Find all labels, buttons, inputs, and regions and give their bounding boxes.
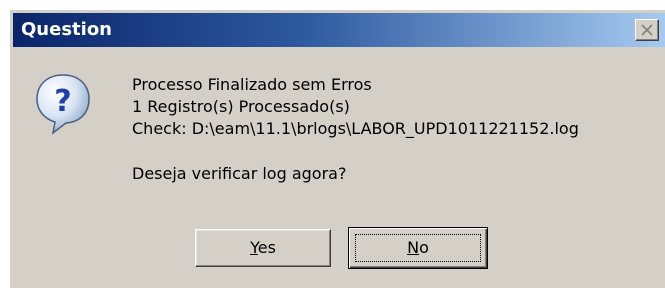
message-text: Processo Finalizado sem Erros 1 Registro… xyxy=(132,74,579,185)
question-dialog: Question ? Processo Finalizado sem Erros… xyxy=(10,10,665,288)
message-line-count: 1 Registro(s) Processado(s) xyxy=(132,97,350,116)
no-button-label: No xyxy=(407,238,429,257)
dialog-title: Question xyxy=(21,19,112,40)
title-bar[interactable]: Question xyxy=(13,13,665,47)
yes-button-label: Yes xyxy=(250,238,276,257)
close-button[interactable] xyxy=(635,19,659,41)
message-line-status: Processo Finalizado sem Erros xyxy=(132,75,372,94)
yes-button[interactable]: Yes xyxy=(195,229,331,267)
message-question: Deseja verificar log agora? xyxy=(132,164,347,183)
svg-text:?: ? xyxy=(54,84,71,119)
question-icon: ? xyxy=(36,74,90,135)
message-line-logpath: Check: D:\eam\11.1\brlogs\LABOR_UPD10112… xyxy=(132,119,579,138)
no-button[interactable]: No xyxy=(348,227,488,269)
close-icon xyxy=(641,24,653,36)
